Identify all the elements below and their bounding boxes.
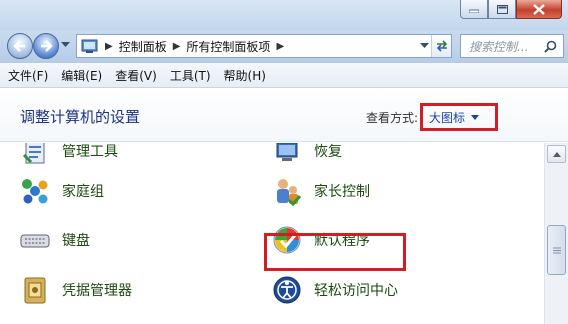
address-bar[interactable]: ▶ 控制面板 ▶ 所有控制面板项 ▶: [76, 34, 452, 58]
item-label[interactable]: 轻松访问中心: [314, 280, 398, 300]
back-arrow-icon: [13, 40, 25, 52]
item-label[interactable]: 家长控制: [314, 181, 370, 201]
refresh-button[interactable]: [431, 35, 451, 57]
maximize-button[interactable]: [488, 0, 516, 19]
close-icon: [533, 3, 545, 15]
breadcrumb-separator[interactable]: ▶: [105, 41, 113, 52]
title-bar: [0, 0, 568, 30]
search-input[interactable]: 搜索控制...: [469, 38, 544, 55]
minimize-button[interactable]: [460, 0, 488, 19]
recent-pages-dropdown-icon[interactable]: [61, 42, 70, 48]
navigation-bar: ▶ 控制面板 ▶ 所有控制面板项 ▶ 搜索控制...: [0, 30, 568, 62]
grip-icon: [552, 247, 561, 253]
caption-buttons: [460, 0, 562, 19]
highlight-box: [264, 233, 406, 271]
homegroup-icon: [20, 176, 50, 206]
menu-edit[interactable]: 编辑(E): [61, 67, 102, 84]
menu-bar: 文件(F) 编辑(E) 查看(V) 工具(T) 帮助(H): [0, 62, 568, 88]
forward-arrow-icon: [41, 40, 53, 52]
menu-help[interactable]: 帮助(H): [224, 67, 266, 84]
breadcrumb-separator[interactable]: ▶: [173, 41, 181, 52]
item-label[interactable]: 家庭组: [62, 181, 104, 201]
view-by-value[interactable]: 大图标: [429, 109, 465, 126]
ease-of-access-icon: [272, 275, 302, 305]
scroll-thumb[interactable]: [547, 225, 566, 275]
search-icon[interactable]: [544, 40, 557, 53]
keyboard-icon: [20, 225, 50, 255]
address-dropdown-icon[interactable]: [420, 43, 429, 49]
item-ease-of-access[interactable]: 轻松访问中心: [272, 270, 398, 310]
menu-tools[interactable]: 工具(T): [170, 67, 211, 84]
view-by-label: 查看方式:: [366, 111, 419, 125]
view-by-dropdown[interactable]: 大图标: [420, 103, 498, 131]
search-box[interactable]: 搜索控制...: [460, 34, 564, 58]
breadcrumb-all-items[interactable]: 所有控制面板项: [186, 38, 270, 55]
item-credential-manager[interactable]: 凭据管理器: [20, 270, 132, 310]
vertical-scrollbar[interactable]: [544, 143, 568, 324]
back-button[interactable]: [7, 33, 33, 59]
item-recovery[interactable]: 恢复: [272, 143, 342, 171]
recovery-icon: [272, 143, 302, 166]
close-button[interactable]: [516, 0, 562, 19]
breadcrumb-separator[interactable]: ▶: [276, 41, 284, 52]
item-keyboard[interactable]: 键盘: [20, 220, 90, 260]
parental-controls-icon: [272, 176, 302, 206]
menu-file[interactable]: 文件(F): [8, 67, 48, 84]
item-label[interactable]: 键盘: [62, 230, 90, 250]
item-label[interactable]: 凭据管理器: [62, 280, 132, 300]
item-label[interactable]: 恢复: [314, 143, 342, 161]
control-panel-items: 管理工具 恢复 家庭组 家长控制 键盘 默认程序 凭据管理器 轻松访问中心: [0, 143, 544, 324]
credential-manager-icon: [20, 275, 50, 305]
admin-tools-icon: [20, 143, 50, 166]
chevron-up-icon: [552, 151, 561, 157]
breadcrumb-control-panel[interactable]: 控制面板: [119, 38, 167, 55]
item-label[interactable]: 管理工具: [62, 143, 118, 161]
page-title: 调整计算机的设置: [20, 108, 141, 126]
item-parental-controls[interactable]: 家长控制: [272, 171, 370, 211]
item-homegroup[interactable]: 家庭组: [20, 171, 104, 211]
content-pane: 调整计算机的设置 查看方式: 大图标 管理工具 恢复 家庭组 家长控制 键盘 默…: [0, 88, 568, 324]
control-panel-icon: [81, 39, 98, 53]
scroll-up-button[interactable]: [547, 145, 566, 163]
chevron-down-icon[interactable]: [471, 114, 480, 120]
menu-view[interactable]: 查看(V): [115, 67, 157, 84]
forward-button[interactable]: [33, 33, 59, 59]
minimize-icon: [469, 9, 479, 13]
refresh-icon: [436, 40, 447, 52]
content-header: 调整计算机的设置 查看方式: 大图标: [0, 88, 568, 142]
item-admin-tools[interactable]: 管理工具: [20, 143, 118, 171]
maximize-icon: [496, 4, 508, 14]
